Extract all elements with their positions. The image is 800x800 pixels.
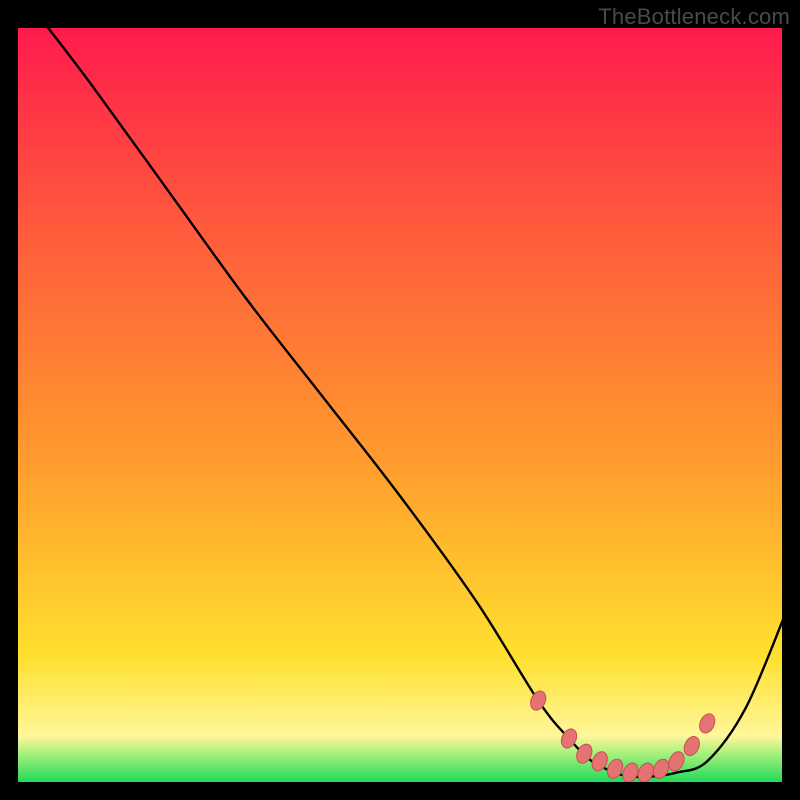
plot-area	[16, 26, 784, 784]
plot-container	[16, 26, 784, 784]
curve-svg	[16, 26, 784, 784]
optimal-marker	[666, 749, 687, 773]
optimal-marker	[697, 711, 718, 735]
watermark-text: TheBottleneck.com	[598, 4, 790, 30]
optimal-marker	[620, 761, 641, 784]
bottleneck-curve-path	[47, 26, 784, 777]
optimal-marker	[681, 734, 702, 758]
optimal-marker	[528, 689, 549, 713]
chart-frame: TheBottleneck.com	[0, 0, 800, 800]
